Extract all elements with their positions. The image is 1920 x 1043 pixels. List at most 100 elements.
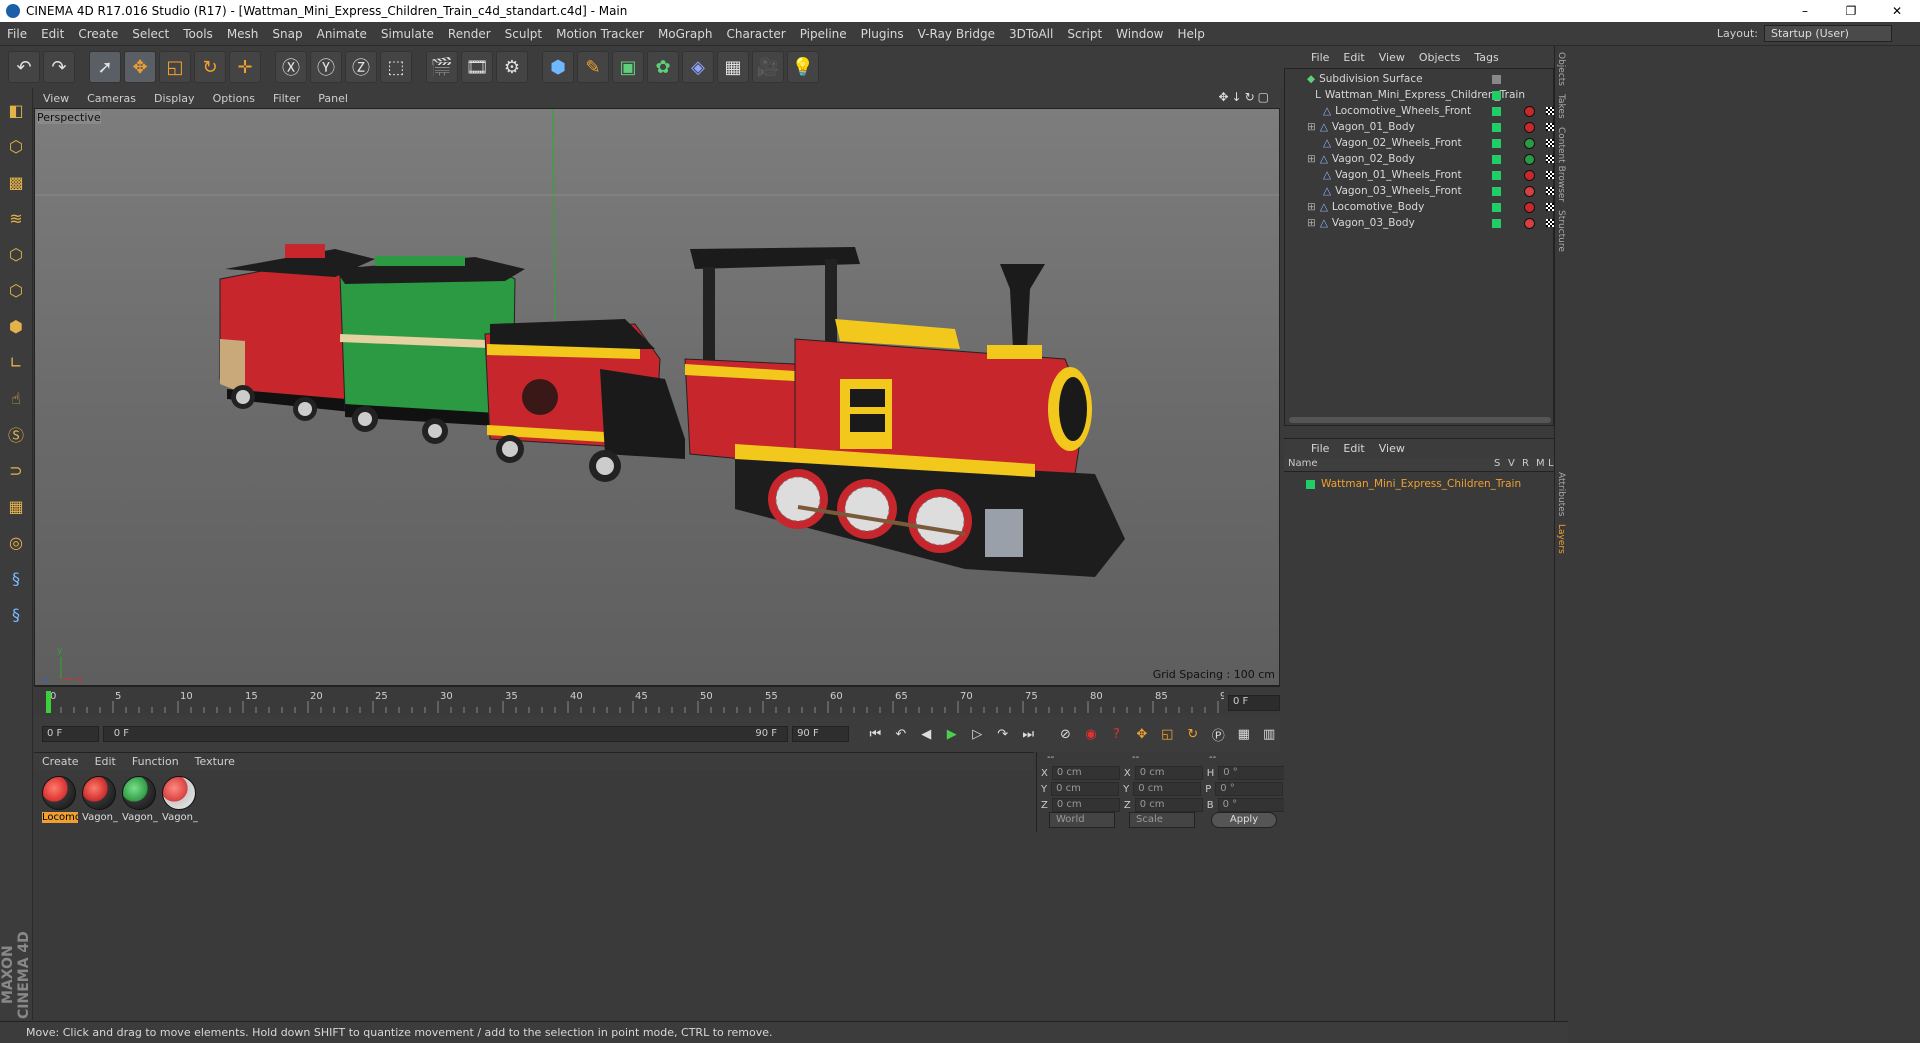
rot-p-field[interactable]: 0 ° (1215, 782, 1284, 796)
deformer-icon[interactable]: ◈ (682, 51, 714, 83)
rot-h-field[interactable]: 0 ° (1218, 766, 1287, 780)
size-mode-dropdown[interactable]: Scale (1129, 812, 1195, 828)
subdivision-icon[interactable]: ▣ (612, 51, 644, 83)
material-swatch[interactable]: Locomo (42, 776, 78, 824)
menu-file[interactable]: File (0, 27, 34, 41)
object-row[interactable]: ⊞ △ Locomotive_Body (1285, 199, 1554, 215)
material-menu-create[interactable]: Create (34, 755, 87, 768)
menu-script[interactable]: Script (1060, 27, 1109, 41)
menu-motion-tracker[interactable]: Motion Tracker (549, 27, 651, 41)
material-swatch[interactable]: Vagon_( (82, 776, 118, 824)
viewport-menu-view[interactable]: View (34, 92, 78, 105)
cloner-icon[interactable]: ✿ (647, 51, 679, 83)
menu-edit[interactable]: Edit (34, 27, 71, 41)
menu-character[interactable]: Character (719, 27, 792, 41)
material-menu-texture[interactable]: Texture (187, 755, 243, 768)
menu-plugins[interactable]: Plugins (854, 27, 911, 41)
object-row[interactable]: △ Vagon_02_Wheels_Front (1285, 135, 1554, 151)
object-row[interactable]: ⊞ △ Vagon_02_Body (1285, 151, 1554, 167)
layer-color-swatch[interactable] (1306, 479, 1315, 489)
perspective-viewport[interactable]: Perspective y x z Grid Spacing: 100 cm (34, 108, 1280, 686)
quantize-icon[interactable]: ◎ (2, 526, 30, 558)
material-tag-icon[interactable] (1524, 105, 1535, 117)
object-row[interactable]: △ Vagon_03_Wheels_Front (1285, 183, 1554, 199)
texture-tag-icon[interactable] (1546, 155, 1554, 163)
viewport-menu-panel[interactable]: Panel (309, 92, 357, 105)
menu-create[interactable]: Create (71, 27, 125, 41)
om-menu-tags[interactable]: Tags (1467, 51, 1505, 64)
om-menu-edit[interactable]: Edit (1336, 51, 1371, 64)
tab-objects[interactable]: Objects (1556, 52, 1566, 86)
menu-animate[interactable]: Animate (310, 27, 374, 41)
move-tool-icon[interactable]: ✥ (124, 51, 156, 83)
material-tag-icon[interactable] (1524, 185, 1535, 197)
menu-pipeline[interactable]: Pipeline (793, 27, 854, 41)
keyframe-selection-icon[interactable]: ⊘ (1055, 723, 1076, 745)
key-scale-icon[interactable]: ◱ (1157, 723, 1178, 745)
timeline-ruler[interactable]: 051015202530354045505560657075808590 0 F (34, 686, 1280, 716)
pen-spline-icon[interactable]: ✎ (577, 51, 609, 83)
undo-icon[interactable]: ↶ (8, 51, 40, 83)
expand-icon[interactable]: ⊞ (1307, 153, 1316, 165)
lm-menu-view[interactable]: View (1372, 442, 1412, 455)
menu-tools[interactable]: Tools (176, 27, 220, 41)
redo-icon[interactable]: ↷ (43, 51, 75, 83)
cube-icon[interactable]: ⬢ (542, 51, 574, 83)
expand-icon[interactable]: ⊞ (1307, 217, 1316, 229)
apply-button[interactable]: Apply (1211, 812, 1277, 828)
material-tag-icon[interactable] (1524, 121, 1535, 133)
material-menu-function[interactable]: Function (124, 755, 187, 768)
frame-range-slider[interactable]: 0 F 90 F (102, 726, 789, 742)
floor-icon[interactable]: ▦ (717, 51, 749, 83)
texture-tag-icon[interactable] (1546, 219, 1554, 227)
expand-icon[interactable]: ⊞ (1307, 121, 1316, 133)
menu-vray-bridge[interactable]: V-Ray Bridge (911, 27, 1002, 41)
object-row[interactable]: △ Vagon_01_Wheels_Front (1285, 167, 1554, 183)
model-mode-icon[interactable]: ⬡ (2, 130, 30, 162)
points-mode-icon[interactable]: ⬡ (2, 238, 30, 270)
layout-dropdown[interactable]: Startup (User) (1764, 25, 1892, 42)
material-swatch[interactable]: Vagon_( (122, 776, 158, 824)
light-icon[interactable]: 💡 (787, 51, 819, 83)
tab-takes[interactable]: Takes (1556, 94, 1566, 119)
end-frame-field[interactable]: 90 F (792, 726, 849, 742)
render-view-icon[interactable]: 🎬 (426, 51, 458, 83)
object-row[interactable]: L Wattman_Mini_Express_Children_Train (1285, 87, 1553, 103)
material-tag-icon[interactable] (1524, 153, 1535, 165)
make-editable-icon[interactable]: ◧ (2, 94, 30, 126)
rotate-tool-icon[interactable]: ↻ (194, 51, 226, 83)
magnet-icon[interactable]: ⊃ (2, 454, 30, 486)
tab-structure[interactable]: Structure (1556, 210, 1566, 252)
tweak-mode-icon[interactable]: ☝ (2, 382, 30, 414)
material-tag-icon[interactable] (1524, 217, 1535, 229)
maximize-button[interactable]: ❐ (1828, 0, 1874, 22)
python-icon[interactable]: § (2, 562, 30, 594)
z-axis-icon[interactable]: Ⓩ (345, 51, 377, 83)
viewport-menu-display[interactable]: Display (145, 92, 204, 105)
expand-icon[interactable]: ⊞ (1307, 201, 1316, 213)
autokey-icon[interactable]: ? (1106, 723, 1127, 745)
prev-frame-icon[interactable]: ◀ (916, 723, 937, 745)
viewport-menu-cameras[interactable]: Cameras (78, 92, 145, 105)
camera-icon[interactable]: 🎥 (752, 51, 784, 83)
workplane-icon[interactable]: ≋ (2, 202, 30, 234)
object-row[interactable]: ⊞ △ Vagon_03_Body (1285, 215, 1554, 231)
om-menu-file[interactable]: File (1304, 51, 1336, 64)
live-selection-icon[interactable]: ✛ (229, 51, 261, 83)
tab-layers[interactable]: Layers (1556, 524, 1566, 554)
layer-row[interactable]: Wattman_Mini_Express_Children_Train (1284, 476, 1552, 492)
scale-tool-icon[interactable]: ◱ (159, 51, 191, 83)
lm-menu-file[interactable]: File (1304, 442, 1336, 455)
render-picture-viewer-icon[interactable]: 🎞 (461, 51, 493, 83)
texture-tag-icon[interactable] (1546, 171, 1554, 179)
menu-mesh[interactable]: Mesh (220, 27, 266, 41)
key-position-icon[interactable]: ✥ (1131, 723, 1152, 745)
goto-start-icon[interactable]: ⏮ (865, 723, 886, 745)
material-swatch[interactable]: Vagon_( (162, 776, 198, 824)
object-row[interactable]: ⊞ △ Vagon_01_Body (1285, 119, 1554, 135)
coordinate-space-dropdown[interactable]: World (1049, 812, 1115, 828)
close-button[interactable]: ✕ (1874, 0, 1920, 22)
material-menu-edit[interactable]: Edit (87, 755, 124, 768)
playhead[interactable] (46, 691, 51, 713)
texture-mode-icon[interactable]: ▩ (2, 166, 30, 198)
